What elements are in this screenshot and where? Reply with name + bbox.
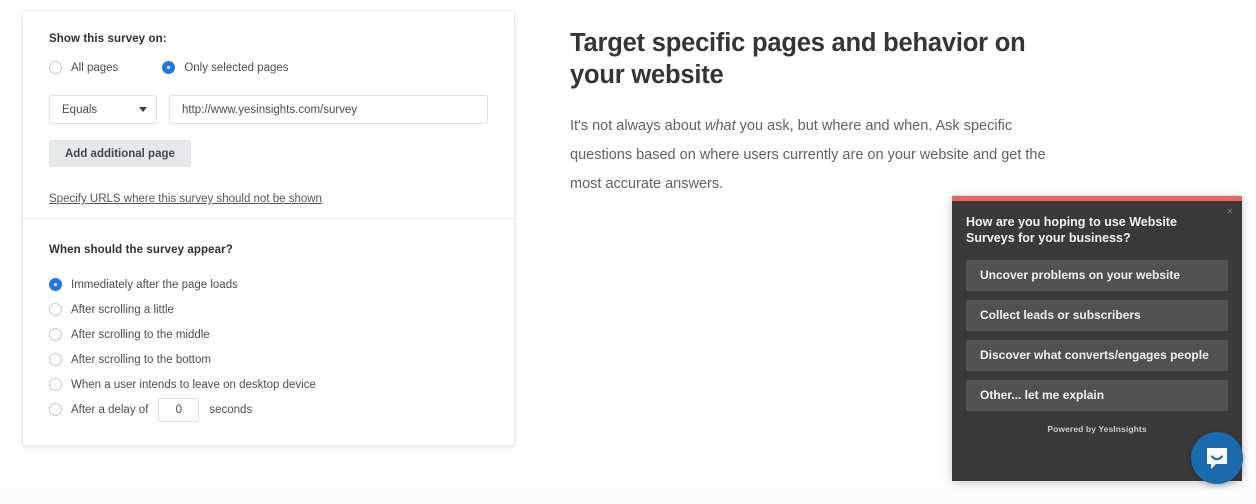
radio-option-immediately[interactable]: Immediately after the page loads xyxy=(49,272,488,297)
marketing-body: It's not always about what you ask, but … xyxy=(570,112,1070,199)
show-survey-section: Show this survey on: All pages Only sele… xyxy=(23,11,514,218)
radio-label-scroll-middle: After scrolling to the middle xyxy=(71,328,210,341)
widget-option-other[interactable]: Other... let me explain xyxy=(966,380,1228,412)
widget-answer-options: Uncover problems on your website Collect… xyxy=(966,260,1228,412)
show-survey-radio-group: All pages Only selected pages xyxy=(49,61,488,74)
marketing-body-part1: It's not always about xyxy=(570,117,705,134)
widget-option-uncover-problems[interactable]: Uncover problems on your website xyxy=(966,260,1228,292)
url-input[interactable] xyxy=(169,95,488,124)
radio-option-scroll-bottom[interactable]: After scrolling to the bottom xyxy=(49,347,488,372)
radio-option-exit-intent[interactable]: When a user intends to leave on desktop … xyxy=(49,372,488,397)
radio-label-delay: After a delay of xyxy=(71,403,149,416)
chat-launcher-button[interactable] xyxy=(1191,432,1243,484)
specify-excluded-urls-link[interactable]: Specify URLS where this survey should no… xyxy=(49,193,322,205)
marketing-body-emphasis: what xyxy=(704,117,736,134)
radio-label-scroll-little: After scrolling a little xyxy=(71,303,174,316)
radio-option-delay[interactable]: After a delay of seconds xyxy=(49,397,488,422)
radio-option-scroll-middle[interactable]: After scrolling to the middle xyxy=(49,322,488,347)
radio-circle-only-selected-pages[interactable] xyxy=(162,61,176,74)
radio-label-exit-intent: When a user intends to leave on desktop … xyxy=(71,378,316,391)
delay-seconds-unit-label: seconds xyxy=(209,403,253,416)
chat-bubble-icon xyxy=(1207,448,1227,469)
marketing-copy: Target specific pages and behavior on yo… xyxy=(570,28,1070,199)
show-survey-heading: Show this survey on: xyxy=(49,33,167,45)
page-root: Show this survey on: All pages Only sele… xyxy=(0,0,1256,504)
radio-circle-delay[interactable] xyxy=(49,403,62,416)
delay-seconds-input[interactable] xyxy=(158,397,200,422)
survey-timing-section: When should the survey appear? Immediate… xyxy=(23,218,514,422)
close-icon[interactable]: × xyxy=(1227,207,1233,218)
page-bottom-band xyxy=(0,482,1256,504)
radio-label-all-pages: All pages xyxy=(71,61,119,74)
widget-option-collect-leads[interactable]: Collect leads or subscribers xyxy=(966,300,1228,332)
widget-powered-by-label: Powered by YesInsights xyxy=(1047,424,1147,435)
radio-circle-all-pages[interactable] xyxy=(49,61,62,74)
page-title: Target specific pages and behavior on yo… xyxy=(570,29,1026,89)
radio-label-only-selected-pages: Only selected pages xyxy=(184,61,289,74)
survey-settings-card: Show this survey on: All pages Only sele… xyxy=(22,10,515,446)
radio-label-scroll-bottom: After scrolling to the bottom xyxy=(71,353,211,366)
radio-circle-exit-intent[interactable] xyxy=(49,378,62,391)
radio-option-all-pages[interactable]: All pages xyxy=(49,61,118,74)
match-type-select[interactable]: Equals xyxy=(49,95,157,124)
match-type-value: Equals xyxy=(62,103,98,116)
radio-circle-scroll-bottom[interactable] xyxy=(49,353,62,366)
survey-timing-radio-group: Immediately after the page loads After s… xyxy=(49,272,488,422)
url-rule-row: Equals xyxy=(49,95,488,124)
radio-option-only-selected-pages[interactable]: Only selected pages xyxy=(162,61,289,74)
survey-timing-heading: When should the survey appear? xyxy=(49,244,233,256)
radio-circle-scroll-middle[interactable] xyxy=(49,328,62,341)
radio-circle-scroll-little[interactable] xyxy=(49,303,62,316)
add-additional-page-button[interactable]: Add additional page xyxy=(49,140,191,167)
widget-question-text: How are you hoping to use Website Survey… xyxy=(966,215,1177,245)
radio-option-scroll-little[interactable]: After scrolling a little xyxy=(49,297,488,322)
widget-option-discover-converts[interactable]: Discover what converts/engages people xyxy=(966,340,1228,372)
radio-circle-immediately[interactable] xyxy=(49,278,62,291)
chevron-down-icon xyxy=(139,107,147,112)
radio-label-immediately: Immediately after the page loads xyxy=(71,278,238,291)
